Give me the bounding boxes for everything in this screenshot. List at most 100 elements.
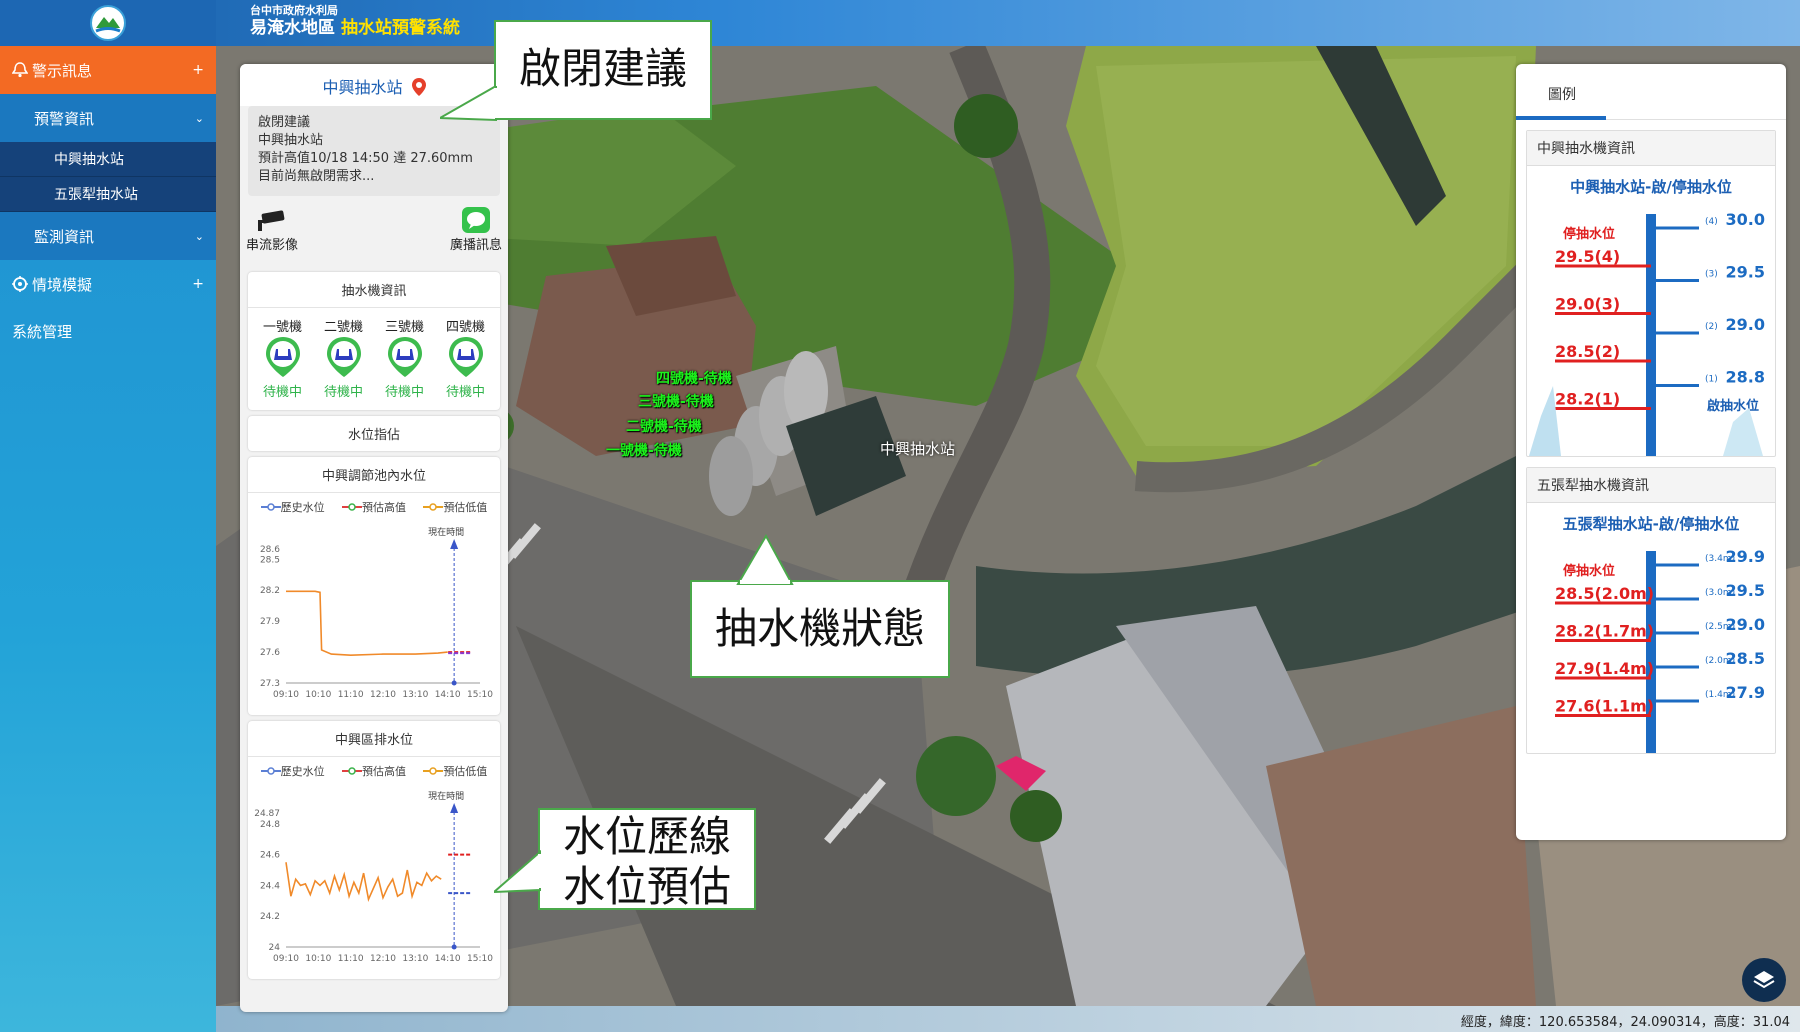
- now-arrow: [450, 803, 459, 813]
- legend-label: 預估低值: [443, 765, 488, 778]
- legend-panel: 圖例 中興抽水機資訊 中興抽水站-啟/停抽水位 停抽水位 (4) 30.0 (3) 29.…: [1516, 64, 1786, 840]
- location-pin-icon[interactable]: [411, 78, 426, 96]
- history-water-line: [286, 590, 448, 657]
- zhongxing-level-svg: 中興抽水站-啟/停抽水位停抽水位 (4) 30.0 (3) 29.5 (2) 29.0 (1)…: [1529, 178, 1765, 456]
- pump-3[interactable]: 三號機 待機中: [385, 316, 425, 400]
- legend-high-icon: [341, 503, 362, 511]
- message-bubble-icon: [461, 206, 491, 234]
- x-tick-label: 15:10: [467, 690, 493, 700]
- stop-level-value: 28.2(1.7m): [1555, 622, 1654, 641]
- legend-low[interactable]: 預估低值: [423, 499, 487, 515]
- stop-level-value: 27.6(1.1m): [1555, 697, 1654, 716]
- stream-video-button[interactable]: 串流影像: [246, 206, 298, 266]
- start-level-value: 27.9: [1726, 683, 1765, 702]
- y-tick-label: 27.3: [260, 679, 280, 689]
- start-level-value: 29.9: [1726, 547, 1765, 566]
- pump-4[interactable]: 四號機 待機中: [446, 316, 486, 400]
- callout-water-line-text-2: 水位預估: [562, 862, 731, 911]
- legend-history[interactable]: 歷史水位: [260, 499, 325, 515]
- simulation-icon: [12, 276, 28, 292]
- pump-marker-icon: [387, 337, 422, 377]
- advice-line: 預計高值10/18 14:50 達 27.60mm: [258, 151, 473, 166]
- now-dot: [451, 944, 457, 950]
- legend-high[interactable]: 預估高值: [341, 499, 406, 515]
- callout-advice-pointer: [440, 86, 498, 122]
- wuzhangli-level-diagram: 五張犁抽水站-啟/停抽水位 停抽水位 (3.4m) 29.9 (3.0m) 29.5 (2.…: [1527, 503, 1775, 753]
- stream-video-label: 串流影像: [246, 238, 299, 253]
- map-pump-label-2[interactable]: 二號機-待機: [626, 416, 702, 436]
- legend-label: 預估高值: [361, 501, 406, 514]
- x-tick-label: 09:10: [273, 690, 299, 700]
- y-tick-label: 28.6: [260, 545, 280, 555]
- x-tick-label: 11:10: [338, 690, 364, 700]
- title-main: 易淹水地區: [250, 18, 335, 38]
- stop-level-label: 停抽水位: [1563, 563, 1615, 579]
- pump-1[interactable]: 一號機 待機中: [263, 316, 303, 400]
- sidebar-item-zhongxing-station[interactable]: 中興抽水站: [0, 142, 216, 177]
- station-name: 中興抽水站: [322, 78, 403, 97]
- callout-pump-status-pointer: [736, 533, 794, 585]
- pump-marker-icon: [326, 337, 361, 377]
- pump-marker-icon: [448, 337, 483, 377]
- water-index-card[interactable]: 水位指佔: [248, 416, 500, 451]
- pump-status: 待機中: [262, 385, 302, 400]
- legend-history[interactable]: 歷史水位: [260, 763, 325, 779]
- chart2-area[interactable]: 09:10 10:10 11:10 12:10 13:10 14:10 15:10 24.87…: [248, 779, 500, 979]
- level-pole: [1646, 551, 1656, 753]
- start-level-tag: (4): [1705, 217, 1718, 227]
- legend-high[interactable]: 預估高值: [341, 763, 406, 779]
- legend-low-icon: [423, 767, 444, 775]
- chart2-legend: 歷史水位 預估高值 預估低值: [248, 757, 500, 779]
- legend-low[interactable]: 預估低值: [423, 763, 487, 779]
- sidebar-item-alerts[interactable]: 警示訊息 +: [0, 46, 216, 94]
- station-info-panel: 中興抽水站 啟閉建議 中興抽水站 預計高值10/18 14:50 達 27.60…: [240, 64, 508, 1012]
- now-arrow: [450, 539, 459, 549]
- chart1-title: 中興調節池內水位: [248, 457, 500, 493]
- expand-plus-icon[interactable]: +: [192, 276, 204, 292]
- start-level-value: 29.5: [1726, 263, 1765, 282]
- map-pump-label-1[interactable]: 一號機-待機: [606, 440, 682, 460]
- cctv-camera-icon: [256, 206, 288, 234]
- layers-icon: [1753, 971, 1775, 989]
- wuzhangli-level-svg: 五張犁抽水站-啟/停抽水位停抽水位(3.4m)29.9(3.0m)29.5(2.…: [1555, 515, 1765, 753]
- tab-legend[interactable]: 圖例: [1516, 64, 1786, 120]
- chart2-svg: 09:10 10:10 11:10 12:10 13:10 14:10 15:10 24.87…: [254, 790, 493, 964]
- sidebar-item-simulation[interactable]: 情境模擬 +: [0, 260, 216, 308]
- start-level-label: 啟抽水位: [1707, 398, 1759, 414]
- chart1-area[interactable]: 09:10 10:10 11:10 12:10 13:10 14:10 15:10 28.6 2…: [248, 515, 500, 715]
- chevron-down-icon: ⌄: [194, 229, 204, 243]
- sidebar-item-label: 系統管理: [12, 322, 73, 341]
- y-tick-label: 27.6: [260, 648, 280, 658]
- top-bar: 台中市政府水利局 易淹水地區 抽水站預警系統: [0, 0, 1800, 46]
- stop-level-label: 停抽水位: [1563, 226, 1615, 242]
- sidebar-item-wuzhangli-station[interactable]: 五張犁抽水站: [0, 177, 216, 212]
- sidebar-item-monitoring[interactable]: 監測資訊 ⌄: [0, 212, 216, 260]
- callout-water-line-text-1: 水位歷線: [562, 812, 731, 861]
- sidebar-item-warning-info[interactable]: 預警資訊 ⌄: [0, 94, 216, 142]
- legend-low-icon: [423, 503, 444, 511]
- map-pump-label-4[interactable]: 四號機-待機: [656, 368, 732, 388]
- map-station-label[interactable]: 中興抽水站: [880, 438, 955, 459]
- callout-water-line-pointer: [494, 850, 542, 894]
- x-tick-label: 13:10: [402, 690, 428, 700]
- pump-2[interactable]: 二號機 待機中: [324, 316, 364, 400]
- sidebar-item-label: 警示訊息: [32, 61, 93, 80]
- legend-label: 預估低值: [443, 501, 488, 514]
- layer-toggle-button[interactable]: [1742, 958, 1786, 1002]
- y-tick-label: 27.9: [260, 617, 280, 627]
- agency-logo-icon[interactable]: [90, 5, 126, 41]
- expand-plus-icon[interactable]: +: [192, 62, 204, 78]
- y-tick-label: 24.87: [254, 809, 280, 819]
- tab-active-underline: [1516, 116, 1606, 120]
- broadcast-message-button[interactable]: 廣播訊息: [450, 206, 502, 266]
- sidebar-item-system-admin[interactable]: 系統管理: [0, 308, 216, 354]
- stop-level-value: 27.9(1.4m): [1555, 659, 1654, 678]
- map-pump-label-3[interactable]: 三號機-待機: [638, 391, 714, 411]
- decor-mountain-right: [1723, 408, 1763, 456]
- y-tick-label: 28.5: [260, 555, 280, 565]
- diagram-title: 中興抽水站-啟/停抽水位: [1570, 178, 1732, 196]
- zhongxing-level-diagram: 中興抽水站-啟/停抽水位 停抽水位 (4) 30.0 (3) 29.5 (2) 29.0 (1)…: [1527, 166, 1775, 456]
- stop-level-value: 28.2(1): [1555, 390, 1620, 409]
- start-level-value: 29.0: [1726, 315, 1765, 334]
- x-tick-label: 12:10: [370, 690, 396, 700]
